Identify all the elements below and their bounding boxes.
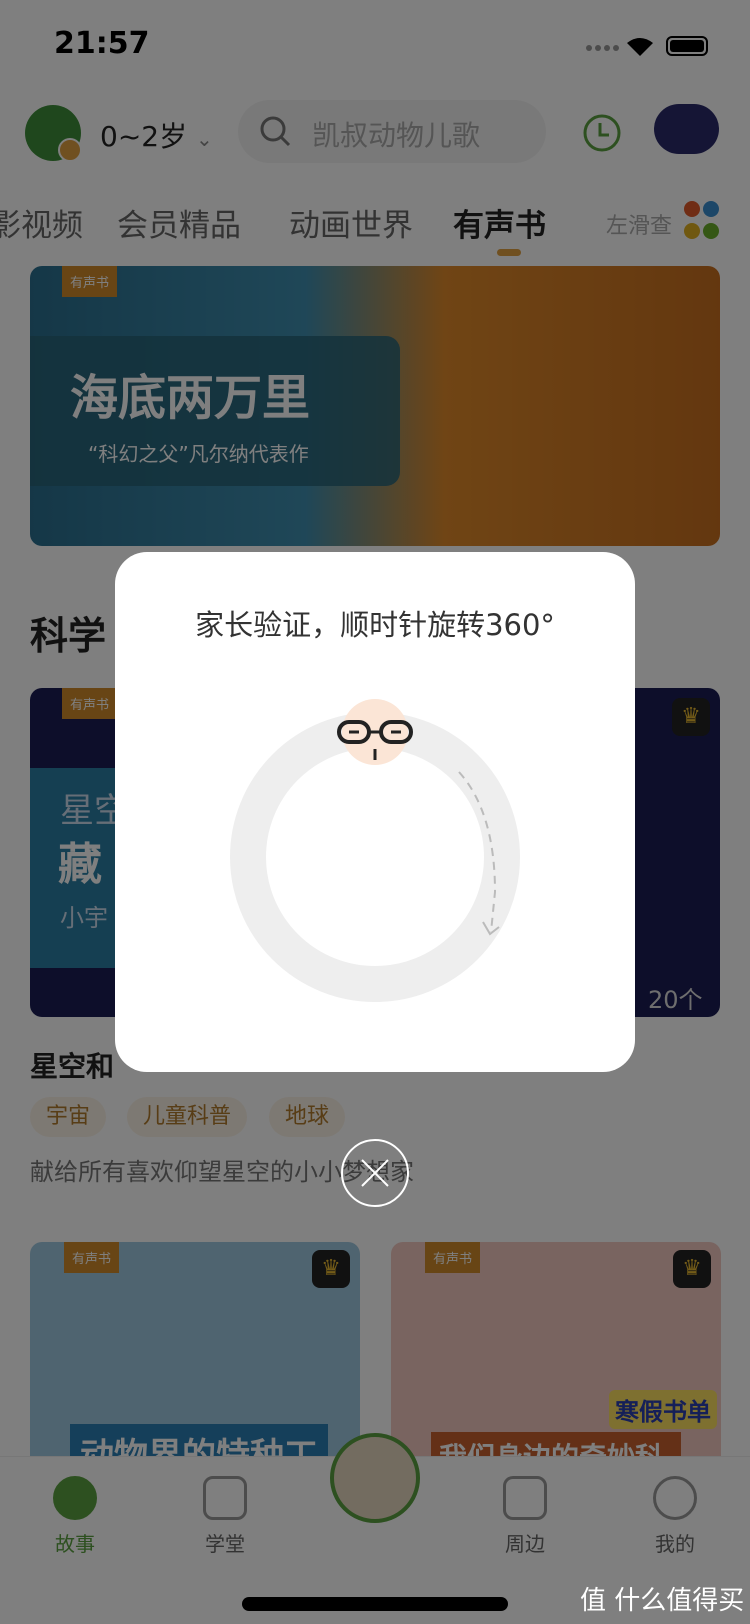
parent-verification-dialog: 家长验证，顺时针旋转360° — [115, 552, 635, 1072]
watermark: 值 什么值得买 — [580, 1586, 745, 1616]
rotation-ring[interactable] — [115, 552, 635, 1072]
rotation-handle-face-icon[interactable] — [337, 699, 413, 765]
close-icon[interactable] — [340, 1138, 410, 1208]
